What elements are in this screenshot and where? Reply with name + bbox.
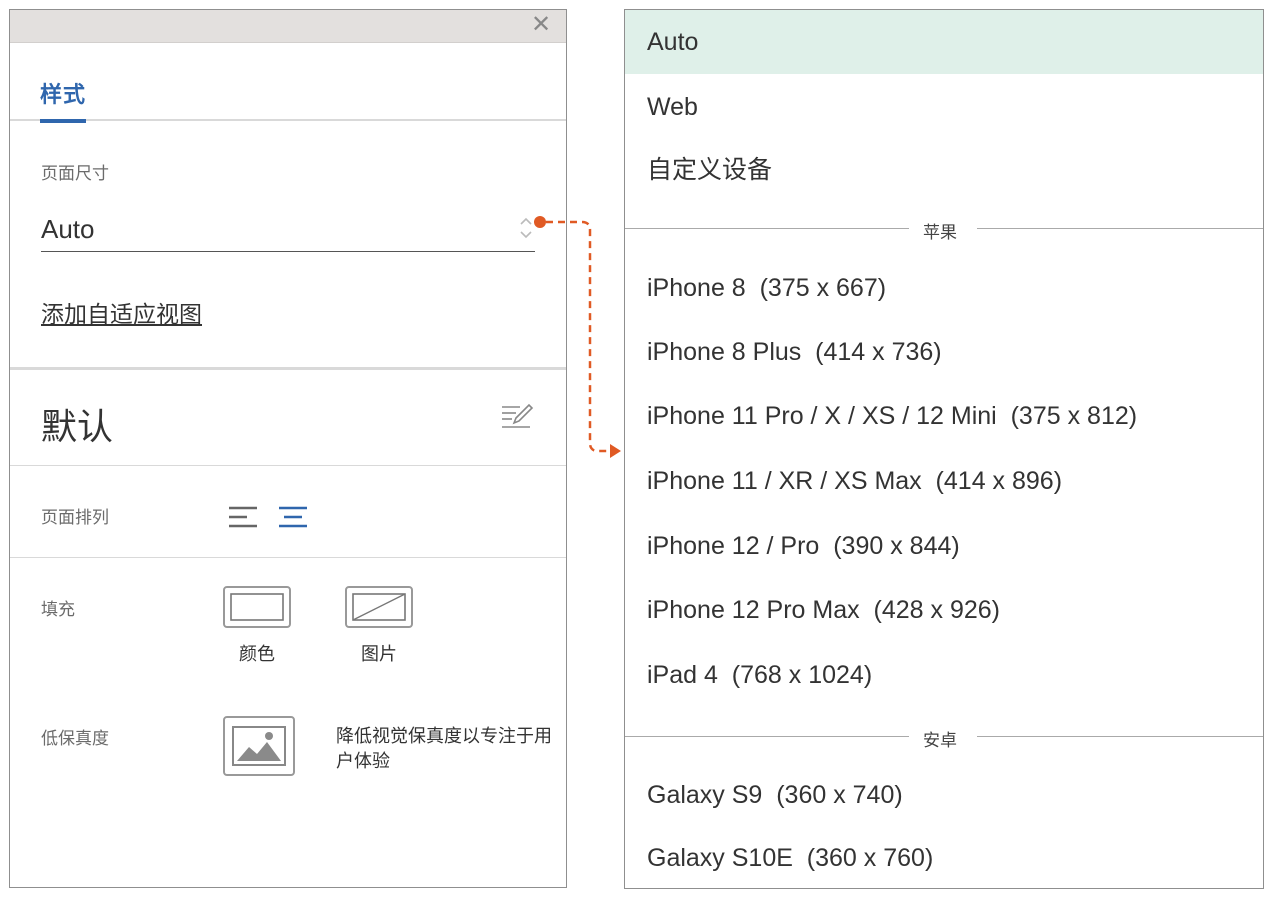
close-icon: ✕ — [530, 11, 552, 38]
connector-arrow — [534, 216, 621, 458]
page-size-value: Auto — [41, 214, 95, 244]
group-label: 安卓 — [923, 731, 957, 750]
panel-titlebar: ✕ — [10, 10, 566, 43]
dropdown-option-device[interactable]: iPhone 12 Pro Max (428 x 926) — [625, 580, 1263, 640]
dropdown-option-device[interactable]: Galaxy S10E (360 x 760) — [625, 828, 1263, 888]
group-header-apple: 苹果 — [625, 218, 1263, 242]
dropdown-option-auto[interactable]: Auto — [625, 10, 1263, 74]
tab-style[interactable]: 样式 — [40, 77, 87, 123]
group-divider — [977, 736, 1263, 737]
fill-color-button[interactable] — [223, 586, 291, 628]
low-fidelity-description: 降低视觉保真度以专注于用户体验 — [336, 726, 552, 771]
fill-color-caption: 颜色 — [239, 644, 275, 664]
picture-icon — [232, 726, 286, 766]
group-divider — [625, 228, 909, 229]
close-button[interactable]: ✕ — [530, 11, 552, 38]
page-size-label: 页面尺寸 — [41, 164, 109, 183]
page-size-select[interactable]: Auto — [41, 206, 535, 252]
fill-label: 填充 — [41, 600, 75, 619]
low-fidelity-label: 低保真度 — [41, 729, 109, 748]
group-header-android: 安卓 — [625, 726, 1263, 750]
image-swatch-icon — [352, 593, 406, 621]
add-adaptive-view-link[interactable]: 添加自适应视图 — [41, 295, 202, 329]
align-left-icon[interactable] — [227, 504, 259, 530]
low-fidelity-toggle[interactable] — [223, 716, 295, 776]
group-divider — [977, 228, 1263, 229]
view-title: 默认 — [41, 406, 114, 447]
page-size-dropdown: Auto Web 自定义设备 苹果 iPhone 8 (375 x 667) i… — [624, 9, 1264, 889]
dropdown-option-device[interactable]: iPhone 11 / XR / XS Max (414 x 896) — [625, 451, 1263, 511]
dropdown-option-custom-device[interactable]: 自定义设备 — [625, 140, 1263, 200]
color-swatch-icon — [230, 593, 284, 621]
dropdown-option-web[interactable]: Web — [625, 77, 1263, 137]
divider — [10, 557, 566, 558]
dropdown-option-device[interactable]: iPad 4 (768 x 1024) — [625, 645, 1263, 705]
group-label: 苹果 — [923, 223, 957, 242]
dropdown-option-device[interactable]: iPhone 8 (375 x 667) — [625, 258, 1263, 318]
align-center-icon[interactable] — [277, 504, 309, 530]
group-divider — [625, 736, 909, 737]
page-arrangement-label: 页面排列 — [41, 508, 109, 527]
divider — [10, 465, 566, 466]
dropdown-option-device[interactable]: Galaxy S9 (360 x 740) — [625, 765, 1263, 825]
tab-bar: 样式 — [10, 43, 566, 123]
fill-image-button[interactable] — [345, 586, 413, 628]
fill-image-caption: 图片 — [361, 644, 397, 664]
style-panel: ✕ 样式 页面尺寸 Auto 添加自适应视图 默认 页面排列 填充 颜色 图片 … — [9, 9, 567, 888]
divider — [10, 367, 566, 370]
dropdown-option-device[interactable]: iPhone 12 / Pro (390 x 844) — [625, 516, 1263, 576]
dropdown-option-device[interactable]: iPhone 8 Plus (414 x 736) — [625, 322, 1263, 382]
dropdown-option-device[interactable]: iPhone 11 Pro / X / XS / 12 Mini (375 x … — [625, 386, 1263, 446]
